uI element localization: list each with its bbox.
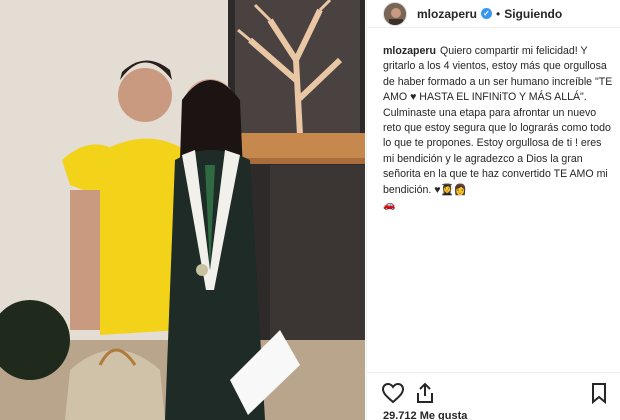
heart-icon[interactable] xyxy=(381,381,405,405)
post-caption: mlozaperu Quiero compartir mi felicidad! … xyxy=(383,44,613,213)
avatar-image xyxy=(384,2,406,25)
avatar[interactable] xyxy=(383,1,407,26)
share-icon[interactable] xyxy=(413,381,437,405)
photo-illustration xyxy=(0,0,365,420)
post-header: mlozaperu ✓ • Siguiendo xyxy=(367,0,620,28)
post-photo[interactable] xyxy=(0,0,365,420)
caption-extra-emoji: 🚗 xyxy=(383,200,396,212)
post-actions: 29.712 Me gusta xyxy=(367,372,620,420)
post-details-panel: mlozaperu ✓ • Siguiendo mlozaperu Quiero … xyxy=(366,0,620,420)
header-username[interactable]: mlozaperu xyxy=(417,7,477,21)
header-separator: • xyxy=(496,6,501,21)
bookmark-icon[interactable] xyxy=(587,381,611,405)
caption-username[interactable]: mlozaperu xyxy=(383,45,436,57)
verified-icon: ✓ xyxy=(481,8,493,19)
caption-text: Quiero compartir mi felicidad! Y gritarl… xyxy=(383,45,613,196)
following-button[interactable]: Siguiendo xyxy=(504,7,562,21)
likes-count[interactable]: 29.712 Me gusta xyxy=(383,410,467,420)
